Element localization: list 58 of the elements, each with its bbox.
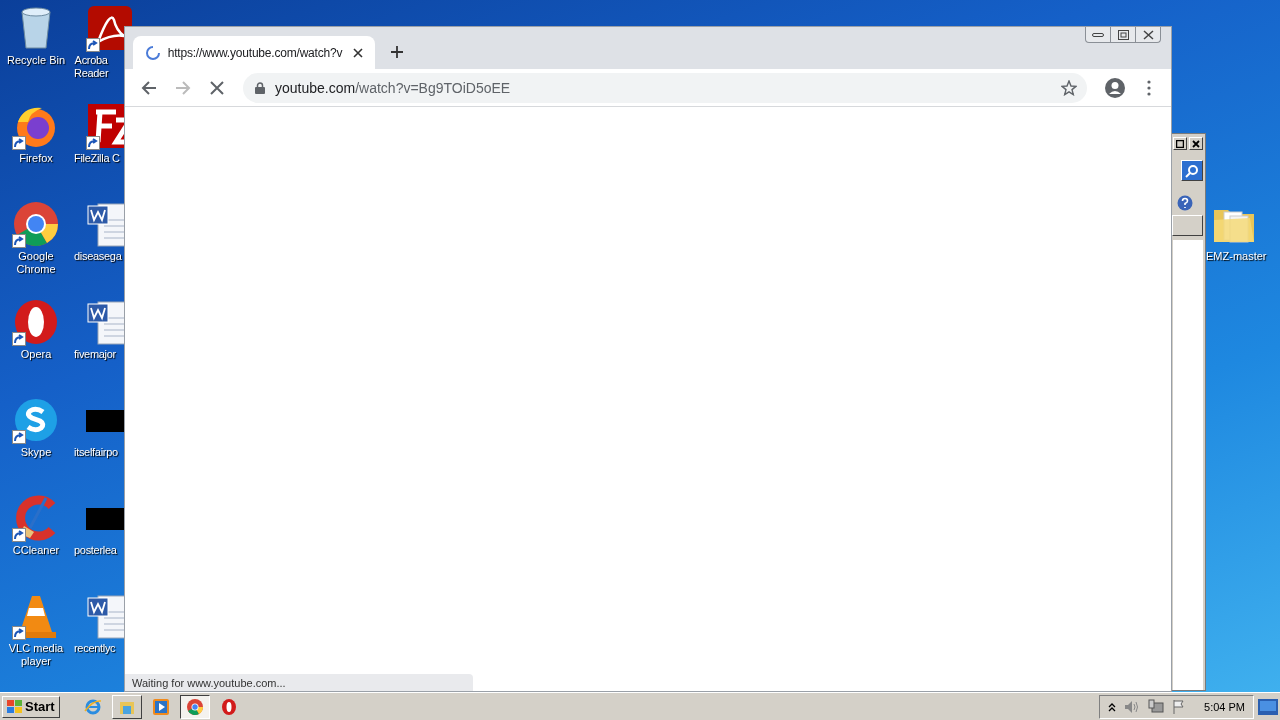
icon-label: Skype — [20, 446, 52, 459]
tab-title: https://www.youtube.com/watch?v — [167, 45, 343, 60]
minimize-button[interactable] — [1085, 27, 1111, 43]
skype-icon — [12, 396, 60, 444]
forward-arrow-icon — [175, 79, 191, 96]
icon-label: posterlea — [74, 544, 117, 557]
close-icon — [352, 47, 363, 58]
taskbar-app-button[interactable] — [179, 694, 210, 719]
windows-logo-icon — [7, 699, 23, 714]
close-button[interactable] — [1135, 27, 1161, 43]
star-icon — [1061, 79, 1077, 96]
restore-button[interactable] — [1110, 27, 1136, 43]
media-player-icon — [151, 697, 170, 716]
icon-label: CCleaner — [12, 544, 60, 557]
person-icon — [1105, 77, 1125, 98]
restore-icon — [1117, 29, 1129, 40]
icon-label: Acroba Reader — [74, 54, 109, 80]
ie-icon — [83, 697, 102, 716]
opera-icon — [12, 298, 60, 346]
icon-label: FileZilla C — [74, 152, 120, 165]
flag-icon[interactable] — [1172, 698, 1187, 715]
icon-label: diseasega — [74, 250, 122, 263]
chrome-icon — [12, 200, 60, 248]
plus-icon — [390, 45, 404, 59]
icon-label: itselfairpo — [74, 446, 118, 459]
icon-label: Firefox — [19, 152, 53, 165]
close-icon — [210, 80, 224, 95]
start-button[interactable]: Start — [2, 695, 60, 718]
clock[interactable]: 5:04 PM — [1204, 700, 1245, 713]
icon-label: fivemajor — [74, 348, 116, 361]
menu-icon — [1147, 79, 1151, 96]
icon-label: VLC media player — [8, 642, 64, 668]
close-icon — [1142, 29, 1154, 40]
url-text: youtube.com/watch?v=Bg9TOiD5oEE — [275, 79, 512, 96]
show-desktop-icon[interactable] — [1258, 698, 1278, 715]
icon-label: EMZ-master — [1206, 250, 1267, 263]
address-bar[interactable]: youtube.com/watch?v=Bg9TOiD5oEE — [243, 72, 1087, 103]
back-arrow-icon — [141, 79, 157, 96]
chevron-up-icon[interactable] — [1108, 701, 1117, 712]
maximize-icon — [1176, 139, 1184, 148]
bookmark-button[interactable] — [1059, 77, 1079, 98]
opera-icon — [219, 697, 238, 716]
close-icon — [1192, 139, 1200, 148]
status-bubble: Waiting for www.youtube.com... — [125, 674, 473, 691]
panel-button[interactable] — [1172, 215, 1203, 236]
chrome-icon — [185, 697, 204, 716]
search-button[interactable] — [1181, 160, 1203, 181]
icon-label: Recycle Bin — [6, 54, 66, 67]
maximize-button[interactable] — [1173, 137, 1187, 150]
icon-label: Opera — [20, 348, 52, 361]
browser-tab[interactable]: https://www.youtube.com/watch?v — [133, 36, 375, 69]
icon-label: recentlyc — [74, 642, 116, 655]
icon-label: Google Chrome — [16, 250, 56, 276]
minimize-icon — [1092, 31, 1104, 38]
lock-icon — [255, 81, 265, 94]
help-icon[interactable] — [1177, 195, 1193, 211]
network-icon[interactable] — [1148, 698, 1165, 715]
search-icon — [1185, 163, 1199, 178]
